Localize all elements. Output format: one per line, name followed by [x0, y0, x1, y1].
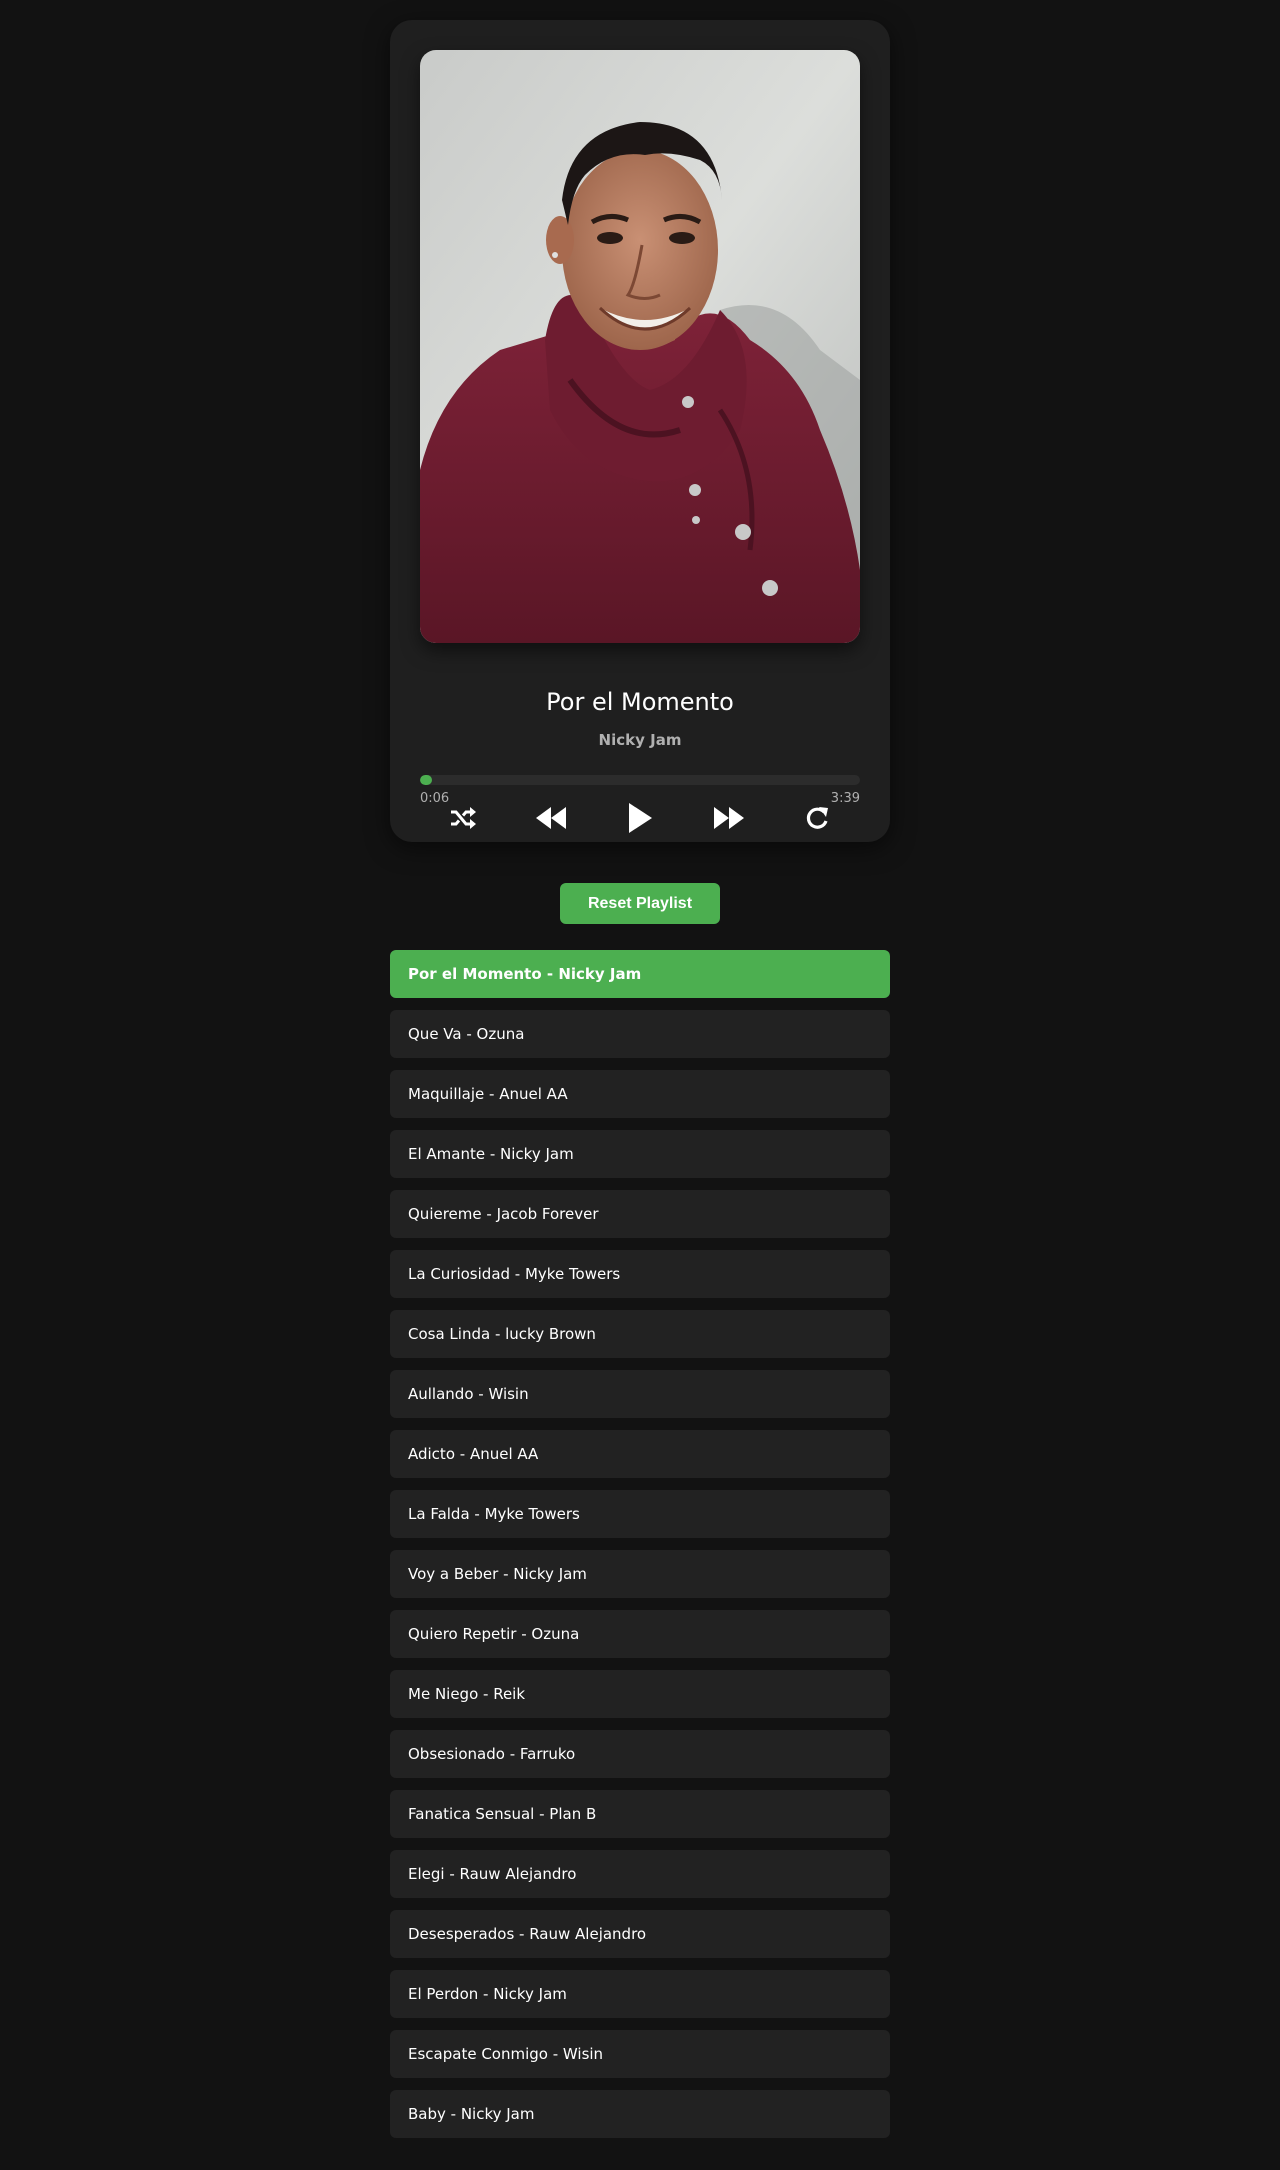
playlist-item[interactable]: El Perdon - Nicky Jam	[390, 1970, 890, 2018]
playlist-item[interactable]: La Curiosidad - Myke Towers	[390, 1250, 890, 1298]
progress-bar[interactable]	[420, 775, 860, 785]
playlist-item[interactable]: Quiereme - Jacob Forever	[390, 1190, 890, 1238]
playlist-item[interactable]: Fanatica Sensual - Plan B	[390, 1790, 890, 1838]
progress-fill	[420, 775, 432, 785]
playlist-item[interactable]: Que Va - Ozuna	[390, 1010, 890, 1058]
playlist-item[interactable]: Por el Momento - Nicky Jam	[390, 950, 890, 998]
playlist-item[interactable]: Desesperados - Rauw Alejandro	[390, 1910, 890, 1958]
music-player-card: Por el Momento Nicky Jam 0:06 3:39	[390, 20, 890, 842]
playlist-item[interactable]: Obsesionado - Farruko	[390, 1730, 890, 1778]
repeat-button[interactable]	[797, 798, 837, 838]
reset-playlist-button[interactable]: Reset Playlist	[560, 883, 720, 924]
shuffle-button[interactable]	[443, 798, 483, 838]
playlist-item[interactable]: Me Niego - Reik	[390, 1670, 890, 1718]
play-button[interactable]	[620, 798, 660, 838]
album-cover	[420, 50, 860, 643]
shuffle-icon	[451, 807, 476, 829]
page: Por el Momento Nicky Jam 0:06 3:39 Reset…	[0, 0, 1280, 2170]
playlist-item[interactable]: Aullando - Wisin	[390, 1370, 890, 1418]
playlist-item[interactable]: El Amante - Nicky Jam	[390, 1130, 890, 1178]
track-title: Por el Momento	[546, 688, 734, 716]
next-button[interactable]	[709, 798, 749, 838]
previous-button[interactable]	[531, 798, 571, 838]
play-icon	[629, 803, 652, 833]
playback-controls	[390, 798, 890, 838]
playlist-item[interactable]: Adicto - Anuel AA	[390, 1430, 890, 1478]
playlist: Por el Momento - Nicky Jam Que Va - Ozuna…	[390, 950, 890, 2150]
repeat-icon	[806, 807, 828, 829]
playlist-item[interactable]: Cosa Linda - lucky Brown	[390, 1310, 890, 1358]
playlist-item[interactable]: La Falda - Myke Towers	[390, 1490, 890, 1538]
rewind-icon	[536, 807, 566, 829]
playlist-item[interactable]: Baby - Nicky Jam	[390, 2090, 890, 2138]
track-artist: Nicky Jam	[598, 731, 682, 749]
playlist-item[interactable]: Quiero Repetir - Ozuna	[390, 1610, 890, 1658]
album-cover-photo	[420, 50, 860, 643]
playlist-item[interactable]: Voy a Beber - Nicky Jam	[390, 1550, 890, 1598]
fast-forward-icon	[714, 807, 744, 829]
playlist-item[interactable]: Elegi - Rauw Alejandro	[390, 1850, 890, 1898]
playlist-item[interactable]: Escapate Conmigo - Wisin	[390, 2030, 890, 2078]
playlist-item[interactable]: Maquillaje - Anuel AA	[390, 1070, 890, 1118]
